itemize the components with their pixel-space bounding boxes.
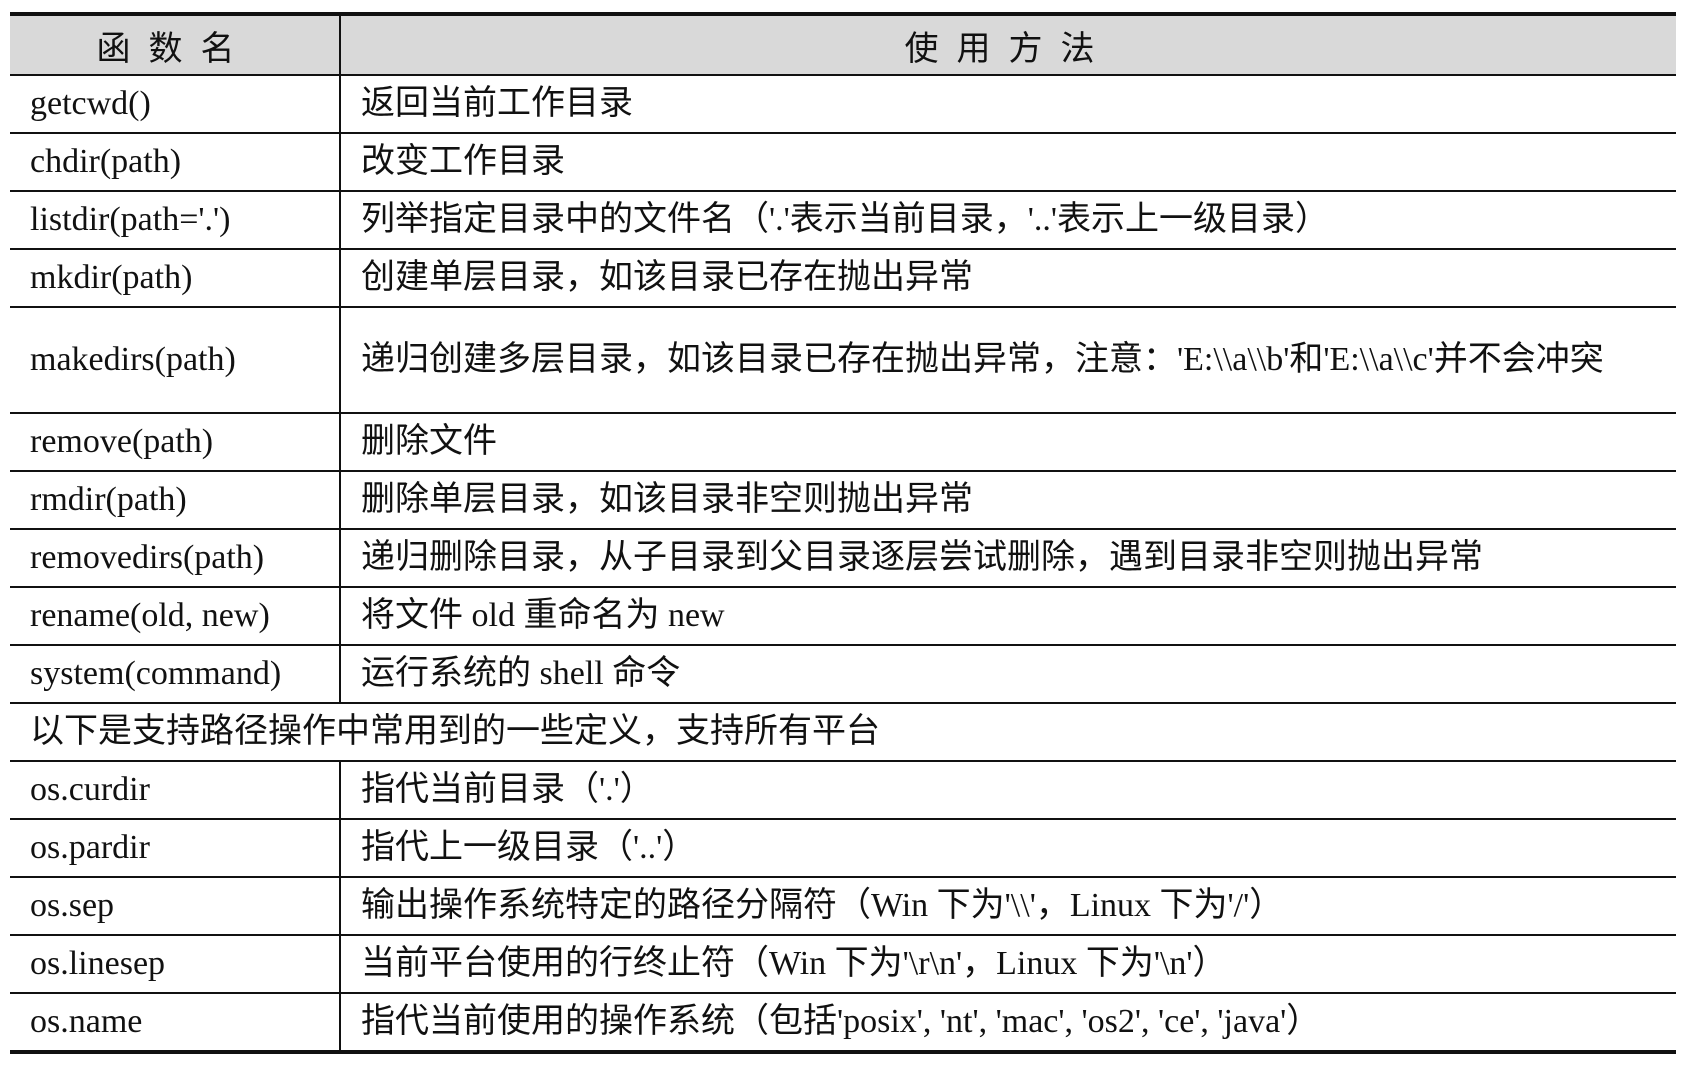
column-header-name: 函数名 — [10, 14, 340, 76]
definition-name: os.pardir — [10, 819, 340, 878]
os-function-table: 函数名 使用方法 getcwd() 返回当前工作目录 chdir(path) 改… — [10, 12, 1676, 1054]
function-name: rename(old, new) — [10, 587, 340, 646]
function-usage: 删除单层目录，如该目录非空则抛出异常 — [339, 471, 1676, 530]
function-usage: 运行系统的 shell 命令 — [339, 645, 1676, 704]
definition-usage: 指代当前目录（'.'） — [339, 761, 1676, 820]
table-row: mkdir(path) 创建单层目录，如该目录已存在抛出异常 — [10, 249, 1676, 308]
table-row: listdir(path='.') 列举指定目录中的文件名（'.'表示当前目录，… — [10, 191, 1676, 250]
function-usage: 返回当前工作目录 — [339, 75, 1676, 134]
definition-name: os.name — [30, 1003, 143, 1040]
function-usage: 递归创建多层目录，如该目录已存在抛出异常，注意：'E:\\a\\b'和'E:\\… — [339, 307, 1676, 414]
function-usage: 将文件 old 重命名为 new — [339, 587, 1676, 646]
table-row: rename(old, new) 将文件 old 重命名为 new — [10, 587, 1676, 646]
function-name: listdir(path='.') — [10, 191, 340, 250]
definition-usage: 指代当前使用的操作系统（包括'posix', 'nt', 'mac', 'os2… — [339, 993, 1676, 1052]
function-table-container: 函数名 使用方法 getcwd() 返回当前工作目录 chdir(path) 改… — [10, 12, 1676, 1054]
definition-usage: 输出操作系统特定的路径分隔符（Win 下为'\\'，Linux 下为'/'） — [339, 877, 1676, 936]
table-row: rmdir(path) 删除单层目录，如该目录非空则抛出异常 — [10, 471, 1676, 530]
table-row: os.name 指代当前使用的操作系统（包括'posix', 'nt', 'ma… — [10, 993, 1676, 1052]
column-header-usage: 使用方法 — [339, 14, 1676, 76]
function-name: makedirs(path) — [10, 307, 340, 414]
function-name: getcwd() — [10, 75, 340, 134]
definition-name: os.linesep — [10, 935, 340, 994]
function-usage: 创建单层目录，如该目录已存在抛出异常 — [339, 249, 1676, 308]
definition-usage: 指代上一级目录（'..'） — [339, 819, 1676, 878]
header-row: 函数名 使用方法 — [10, 14, 1676, 76]
table-row: remove(path) 删除文件 — [10, 413, 1676, 472]
section-note: 以下是支持路径操作中常用到的一些定义，支持所有平台 — [10, 703, 1676, 762]
table-row: removedirs(path) 递归删除目录，从子目录到父目录逐层尝试删除，遇… — [10, 529, 1676, 588]
table-row: os.linesep 当前平台使用的行终止符（Win 下为'\r\n'，Linu… — [10, 935, 1676, 994]
function-usage: 删除文件 — [339, 413, 1676, 472]
table-row: makedirs(path) 递归创建多层目录，如该目录已存在抛出异常，注意：'… — [10, 307, 1676, 414]
table-row: chdir(path) 改变工作目录 — [10, 133, 1676, 192]
function-name: chdir(path) — [10, 133, 340, 192]
function-name: removedirs(path) — [10, 529, 340, 588]
definition-usage: 当前平台使用的行终止符（Win 下为'\r\n'，Linux 下为'\n'） — [339, 935, 1676, 994]
function-name: rmdir(path) — [10, 471, 340, 530]
function-name: remove(path) — [10, 413, 340, 472]
table-row: os.sep 输出操作系统特定的路径分隔符（Win 下为'\\'，Linux 下… — [10, 877, 1676, 936]
function-usage: 递归删除目录，从子目录到父目录逐层尝试删除，遇到目录非空则抛出异常 — [339, 529, 1676, 588]
definition-name: os.sep — [10, 877, 340, 936]
function-usage: 改变工作目录 — [339, 133, 1676, 192]
function-usage: 列举指定目录中的文件名（'.'表示当前目录，'..'表示上一级目录） — [339, 191, 1676, 250]
definition-name: os.curdir — [10, 761, 340, 820]
table-row: getcwd() 返回当前工作目录 — [10, 75, 1676, 134]
section-note-row: 以下是支持路径操作中常用到的一些定义，支持所有平台 — [10, 703, 1676, 762]
table-row: os.pardir 指代上一级目录（'..'） — [10, 819, 1676, 878]
function-name: mkdir(path) — [10, 249, 340, 308]
table-row: os.curdir 指代当前目录（'.'） — [10, 761, 1676, 820]
table-row: system(command) 运行系统的 shell 命令 — [10, 645, 1676, 704]
function-name: system(command) — [10, 645, 340, 704]
